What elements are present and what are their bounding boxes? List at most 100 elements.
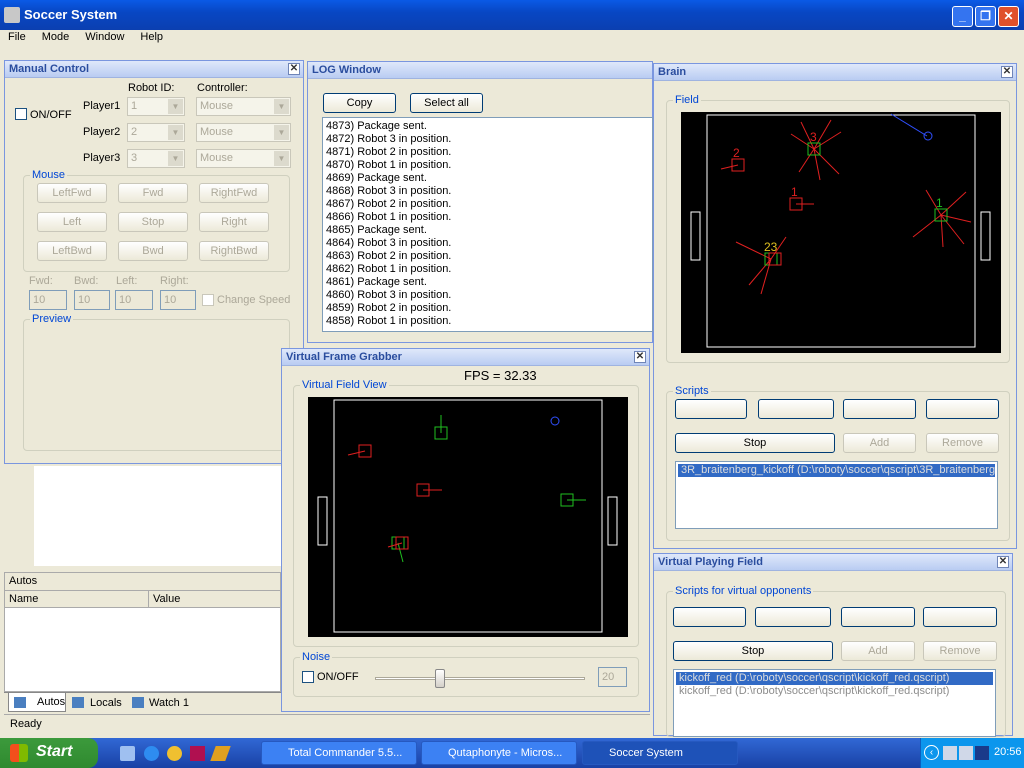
close-icon[interactable]: ✕ [1001,66,1013,78]
left-speed-label: Left: [116,275,138,287]
brain-pane: Brain ✕ Field 3 2 1 1 23 Scripts Stop Ad… [653,63,1017,549]
autos-pane: Autos Name Value [4,572,281,692]
bwd-speed-label: Bwd: [74,275,99,287]
brain-remove-button[interactable]: Remove [926,433,999,453]
rightbwd-button[interactable]: RightBwd [199,241,269,261]
right-speed-label: Right: [160,275,189,287]
robot-label-2: 2 [733,146,740,160]
chevron-down-icon: ▼ [274,151,289,166]
maximize-button[interactable]: ❐ [975,6,996,27]
change-speed-checkbox[interactable] [202,294,214,306]
tab-locals[interactable]: Locals [90,697,122,709]
log-line: 4864) Robot 3 in position. [326,237,452,249]
script-slot-2[interactable] [758,399,834,419]
fwd-speed-input[interactable]: 10 [29,290,67,310]
virtual-field-svg [317,399,618,633]
fps-readout: FPS = 32.33 [464,368,537,383]
menu-window[interactable]: Window [77,30,132,44]
menu-file[interactable]: File [0,30,34,44]
chevron-down-icon: ▼ [274,99,289,114]
stop-button[interactable]: Stop [118,212,188,232]
fwd-button[interactable]: Fwd [118,183,188,203]
task-total-commander[interactable]: Total Commander 5.5... [261,741,417,765]
robot-label-1-red: 1 [791,185,798,199]
change-speed-label: Change Speed [217,294,291,306]
log-line: 4863) Robot 2 in position. [326,250,452,262]
script-slot-1[interactable] [675,399,747,419]
bwd-speed-input[interactable]: 10 [74,290,110,310]
brain-field-view: 3 2 1 1 23 [681,112,1001,353]
save-icon[interactable] [190,746,205,761]
rightfwd-button[interactable]: RightFwd [199,183,269,203]
player2-controller-select[interactable]: Mouse ▼ [196,123,291,142]
value-column-header[interactable]: Value [149,591,184,607]
locals-icon [14,697,26,708]
log-line: 4862) Robot 1 in position. [326,263,452,275]
player3-id-select[interactable]: 3 ▼ [127,149,185,168]
script-slot-4[interactable] [926,399,999,419]
left-speed-input[interactable]: 10 [115,290,153,310]
vpf-add-button[interactable]: Add [841,641,915,661]
vpf-script-item-2[interactable]: kickoff_red (D:\roboty\soccer\qscript\ki… [676,685,993,698]
right-button[interactable]: Right [199,212,269,232]
close-icon[interactable]: ✕ [634,351,646,363]
tray-icon-3[interactable] [975,746,989,760]
copy-button[interactable]: Copy [323,93,396,113]
player1-id-select[interactable]: 1 ▼ [127,97,185,116]
vpf-script-slot-2[interactable] [755,607,831,627]
vpf-script-list[interactable]: kickoff_red (D:\roboty\soccer\qscript\ki… [673,669,996,737]
brain-stop-button[interactable]: Stop [675,433,835,453]
name-column-header[interactable]: Name [5,591,149,607]
brain-script-item[interactable]: 3R_braitenberg_kickoff (D:\roboty\soccer… [678,464,995,477]
vpf-script-slot-4[interactable] [923,607,997,627]
debug-tabs: Autos Locals Watch 1 [4,692,281,712]
close-icon[interactable]: ✕ [997,556,1009,568]
player2-id-select[interactable]: 2 ▼ [127,123,185,142]
app-icon [4,7,20,23]
field-group-label: Field [673,94,701,106]
virtual-playing-field-pane: Virtual Playing Field ✕ Scripts for virtu… [653,553,1013,737]
noise-onoff-checkbox[interactable] [302,671,314,683]
select-all-button[interactable]: Select all [410,93,483,113]
quicklaunch-icon-1[interactable] [120,746,135,761]
noise-slider-track[interactable] [375,677,585,680]
menu-help[interactable]: Help [132,30,171,44]
player1-controller-select[interactable]: Mouse ▼ [196,97,291,116]
ie-icon[interactable] [144,746,159,761]
task-qutaphonyte[interactable]: Qutaphonyte - Micros... [421,741,577,765]
tray-icon-1[interactable] [943,746,957,760]
brain-add-button[interactable]: Add [843,433,916,453]
vpf-remove-button[interactable]: Remove [923,641,997,661]
vpf-script-slot-1[interactable] [673,607,746,627]
player3-controller-select[interactable]: Mouse ▼ [196,149,291,168]
right-speed-input[interactable]: 10 [160,290,196,310]
noise-slider-thumb[interactable] [435,669,445,688]
log-list[interactable]: 4873) Package sent. 4872) Robot 3 in posi… [322,117,653,332]
tool-icon[interactable] [210,746,231,761]
brain-script-list[interactable]: 3R_braitenberg_kickoff (D:\roboty\soccer… [675,461,998,529]
vpf-script-slot-3[interactable] [841,607,915,627]
preview-group: Preview [23,313,290,451]
log-line: 4867) Robot 2 in position. [326,198,452,210]
tray-arrow-icon[interactable]: ‹ [924,745,939,760]
chevron-down-icon: ▼ [274,125,289,140]
menu-mode[interactable]: Mode [34,30,78,44]
vpf-stop-button[interactable]: Stop [673,641,833,661]
vpf-script-item-1[interactable]: kickoff_red (D:\roboty\soccer\qscript\ki… [676,672,993,685]
leftbwd-button[interactable]: LeftBwd [37,241,107,261]
tray-icon-2[interactable] [959,746,973,760]
onoff-checkbox[interactable] [15,108,27,120]
tab-watch[interactable]: Watch 1 [149,697,189,709]
script-slot-3[interactable] [843,399,916,419]
leftfwd-button[interactable]: LeftFwd [37,183,107,203]
task-soccer-system[interactable]: Soccer System [582,741,738,765]
minimize-button[interactable]: _ [952,6,973,27]
media-icon[interactable] [167,746,182,761]
robot-label-23: 23 [764,240,778,254]
left-button[interactable]: Left [37,212,107,232]
close-button[interactable]: ✕ [998,6,1019,27]
status-bar: Ready [4,714,650,734]
close-icon[interactable]: ✕ [288,63,300,75]
bwd-button[interactable]: Bwd [118,241,188,261]
noise-value-input[interactable]: 20 [598,667,627,687]
